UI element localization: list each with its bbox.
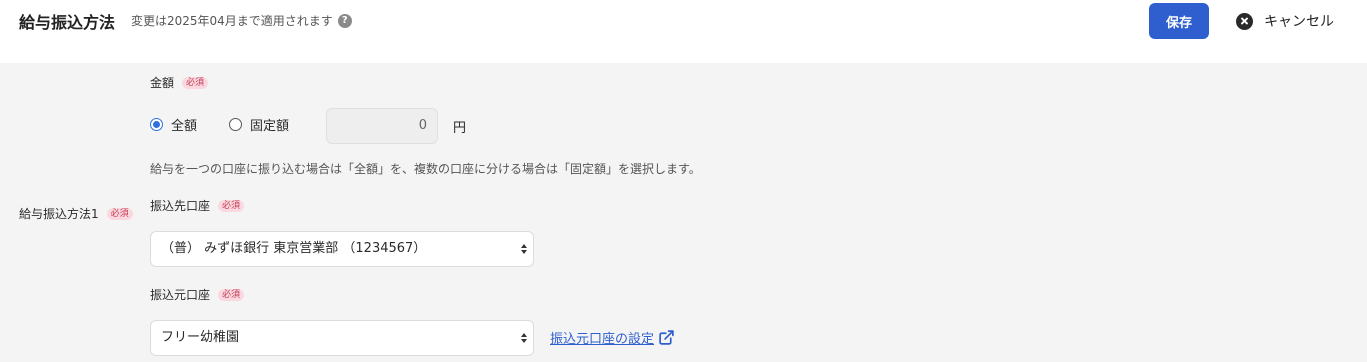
select-arrows-icon — [521, 331, 527, 345]
page-subtitle: 変更は2025年04月まで適用されます ? — [131, 12, 352, 29]
source-account-select[interactable]: フリー幼稚園 — [150, 320, 534, 356]
required-badge: 必須 — [106, 207, 133, 220]
amount-label-text: 金額 — [150, 76, 175, 90]
radio-button-unchecked[interactable] — [229, 118, 243, 131]
required-badge: 必須 — [218, 199, 245, 212]
source-account-value: フリー幼稚園 — [161, 330, 240, 345]
amount-label: 金額 必須 — [150, 74, 209, 91]
external-link-icon[interactable] — [658, 329, 675, 346]
amount-radio-group: 全額 固定額 — [150, 115, 321, 134]
amount-unit: 円 — [453, 121, 467, 136]
required-badge: 必須 — [218, 288, 245, 301]
cancel-label: キャンセル — [1264, 14, 1334, 30]
source-account-label: 振込元口座 必須 — [150, 286, 245, 303]
help-icon[interactable]: ? — [337, 13, 352, 28]
destination-account-value: （普） みずほ銀行 東京営業部 （1234567） — [161, 241, 427, 256]
radio-fixed-amount-label: 固定額 — [250, 119, 290, 134]
settings-link-text[interactable]: 振込元口座の設定 — [550, 328, 654, 347]
radio-fixed-amount[interactable]: 固定額 — [229, 115, 289, 134]
row-label: 給与振込方法1 必須 — [19, 205, 133, 222]
fixed-amount-input[interactable]: 0 — [326, 108, 438, 144]
source-account-settings-link[interactable]: 振込元口座の設定 — [550, 328, 675, 347]
radio-button-checked[interactable] — [150, 118, 163, 131]
page-title: 給与振込方法 — [19, 13, 116, 32]
destination-account-label-text: 振込先口座 — [150, 199, 211, 213]
source-account-label-text: 振込元口座 — [150, 288, 211, 302]
close-circle-icon — [1236, 12, 1253, 30]
cancel-button[interactable]: キャンセル — [1236, 3, 1334, 39]
radio-full-amount[interactable]: 全額 — [150, 115, 197, 134]
row-label-text: 給与振込方法1 — [19, 207, 99, 221]
header: 給与振込方法 変更は2025年04月まで適用されます ? 保存 キャンセル — [0, 0, 1367, 63]
required-badge: 必須 — [182, 76, 209, 89]
select-arrows-icon — [521, 242, 527, 256]
radio-full-amount-label: 全額 — [171, 119, 198, 134]
subtitle-text: 変更は2025年04月まで適用されます — [131, 14, 333, 28]
save-button[interactable]: 保存 — [1149, 3, 1209, 39]
destination-account-label: 振込先口座 必須 — [150, 197, 245, 214]
form-section: 給与振込方法1 必須 金額 必須 全額 固定額 0 円 給与を一つの口座に振り込… — [0, 63, 1367, 362]
amount-help-text: 給与を一つの口座に振り込む場合は「全額」を、複数の口座に分ける場合は「固定額」を… — [150, 162, 701, 176]
destination-account-select[interactable]: （普） みずほ銀行 東京営業部 （1234567） — [150, 231, 534, 267]
